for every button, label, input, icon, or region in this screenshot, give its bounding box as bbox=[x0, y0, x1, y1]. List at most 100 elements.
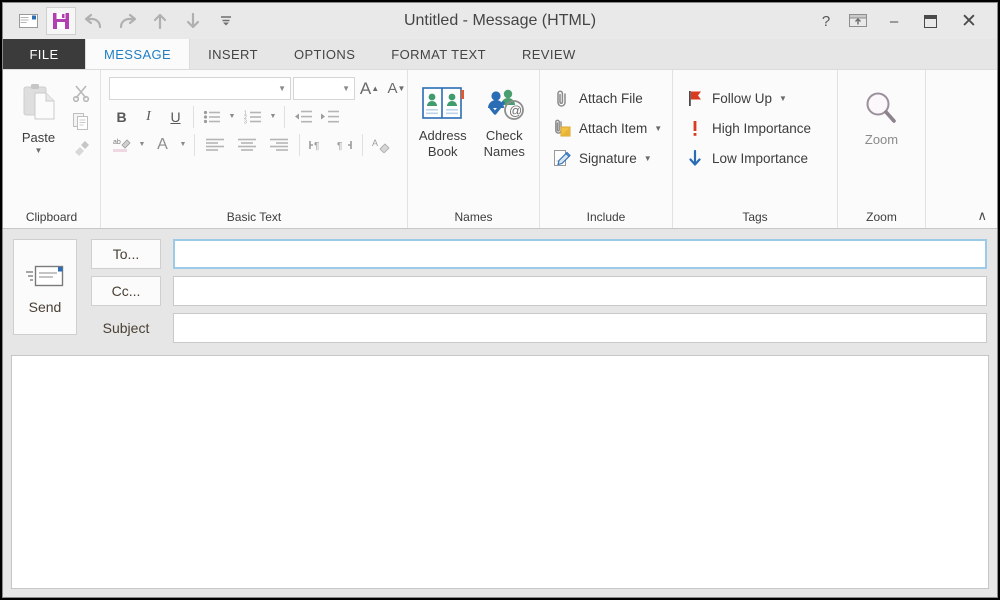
attach-item-label: Attach Item bbox=[579, 120, 648, 136]
font-row: ▼ ▼ A ▲ A ▼ bbox=[109, 76, 409, 101]
increase-indent-icon[interactable] bbox=[317, 104, 342, 129]
low-importance-label: Low Importance bbox=[712, 150, 809, 166]
font-name-combobox[interactable]: ▼ bbox=[109, 77, 291, 100]
cc-button[interactable]: Cc... bbox=[91, 276, 161, 306]
center-icon[interactable] bbox=[232, 132, 262, 157]
grow-font-icon[interactable]: A ▲ bbox=[357, 76, 382, 101]
follow-up-label: Follow Up bbox=[712, 90, 773, 106]
copy-icon[interactable] bbox=[68, 108, 94, 134]
maximize-button[interactable] bbox=[913, 6, 947, 36]
align-left-icon[interactable] bbox=[200, 132, 230, 157]
check-names-label: Check Names bbox=[483, 128, 525, 159]
follow-up-chevron-down-icon[interactable]: ▼ bbox=[779, 94, 787, 103]
font-color-icon[interactable]: A bbox=[150, 132, 175, 157]
to-button[interactable]: To... bbox=[91, 239, 161, 269]
envelope-icon[interactable] bbox=[13, 7, 43, 35]
highlight-chevron-down-icon[interactable]: ▼ bbox=[136, 132, 148, 157]
bullets-icon[interactable] bbox=[199, 104, 224, 129]
text-highlight-color-icon[interactable]: ab bbox=[109, 132, 134, 157]
chevron-down-icon[interactable]: ▼ bbox=[35, 146, 43, 155]
divider bbox=[193, 105, 194, 128]
cut-icon[interactable] bbox=[68, 80, 94, 106]
next-item-icon[interactable] bbox=[178, 7, 208, 35]
down-arrow-icon bbox=[685, 149, 705, 167]
attach-item-chevron-down-icon[interactable]: ▼ bbox=[654, 124, 662, 133]
clipboard-group-label: Clipboard bbox=[25, 210, 78, 224]
to-row: To... bbox=[91, 239, 987, 269]
text-format-row: ab ▼ A ▼ ¶ ¶ A bbox=[109, 132, 409, 157]
clipboard-small-buttons bbox=[68, 76, 94, 162]
divider bbox=[284, 105, 285, 128]
attach-item-button[interactable]: Attach Item ▼ bbox=[546, 114, 668, 142]
check-names-button[interactable]: @ Check Names bbox=[476, 80, 534, 160]
tab-review[interactable]: REVIEW bbox=[504, 39, 594, 69]
send-button[interactable]: Send bbox=[13, 239, 77, 335]
names-group-label: Names bbox=[454, 210, 493, 224]
customize-qat-icon[interactable] bbox=[211, 7, 241, 35]
svg-text:¶: ¶ bbox=[314, 141, 319, 152]
message-body[interactable] bbox=[11, 355, 989, 589]
attach-file-label: Attach File bbox=[579, 90, 643, 106]
low-importance-button[interactable]: Low Importance bbox=[679, 144, 817, 172]
underline-button[interactable]: U bbox=[163, 104, 188, 129]
subject-input[interactable] bbox=[173, 313, 987, 343]
include-items: Attach File Attach Item ▼ Signature ▼ bbox=[546, 80, 668, 172]
minimize-button[interactable]: – bbox=[877, 6, 911, 36]
exclamation-icon bbox=[685, 120, 705, 137]
cc-row: Cc... bbox=[91, 276, 987, 306]
ribbon-display-options-icon[interactable] bbox=[841, 6, 875, 36]
font-color-chevron-down-icon[interactable]: ▼ bbox=[177, 132, 189, 157]
svg-text:3: 3 bbox=[244, 119, 247, 124]
cc-input[interactable] bbox=[173, 276, 987, 306]
paste-button[interactable]: Paste ▼ bbox=[9, 76, 68, 155]
tab-file[interactable]: FILE bbox=[3, 39, 85, 69]
signature-chevron-down-icon[interactable]: ▼ bbox=[644, 154, 652, 163]
signature-label: Signature bbox=[579, 150, 637, 166]
basic-text-group-label: Basic Text bbox=[226, 210, 282, 224]
zoom-button[interactable]: Zoom bbox=[847, 84, 917, 147]
high-importance-button[interactable]: High Importance bbox=[679, 114, 817, 142]
message-header: Send To... Cc... Subject bbox=[3, 229, 997, 349]
font-size-combobox[interactable]: ▼ bbox=[293, 77, 355, 100]
right-to-left-text-icon[interactable]: ¶ bbox=[332, 132, 357, 157]
flag-icon bbox=[685, 90, 705, 107]
paste-label: Paste bbox=[21, 130, 56, 145]
numbering-icon[interactable]: 1 2 3 bbox=[240, 104, 265, 129]
ribbon-group-basic-text: ▼ ▼ A ▲ A ▼ B I U ▼ 1 2 3 ▼ ab ▼ A ▼ ¶ ¶… bbox=[101, 70, 408, 228]
redo-icon[interactable] bbox=[112, 7, 142, 35]
outlook-message-window: Untitled - Message (HTML) ? – ✕ FILE MES… bbox=[2, 2, 998, 598]
format-painter-icon[interactable] bbox=[68, 136, 94, 162]
italic-button[interactable]: I bbox=[136, 104, 161, 129]
attach-file-button[interactable]: Attach File bbox=[546, 84, 668, 112]
high-importance-label: High Importance bbox=[712, 120, 812, 136]
collapse-ribbon-button[interactable]: ∧ bbox=[977, 208, 987, 224]
close-button[interactable]: ✕ bbox=[949, 6, 989, 36]
align-right-icon[interactable] bbox=[264, 132, 294, 157]
decrease-indent-icon[interactable] bbox=[290, 104, 315, 129]
bullets-chevron-down-icon[interactable]: ▼ bbox=[226, 104, 238, 129]
clear-formatting-icon[interactable]: A bbox=[368, 132, 393, 157]
save-icon[interactable] bbox=[46, 7, 76, 35]
numbering-chevron-down-icon[interactable]: ▼ bbox=[267, 104, 279, 129]
follow-up-button[interactable]: Follow Up ▼ bbox=[679, 84, 817, 112]
tab-insert[interactable]: INSERT bbox=[190, 39, 276, 69]
ribbon: Paste ▼ Clipboard ▼ ▼ A ▲ A ▼ B I U ▼ 1 … bbox=[3, 70, 997, 229]
shrink-font-icon[interactable]: A ▼ bbox=[384, 76, 409, 101]
ribbon-group-include: Attach File Attach Item ▼ Signature ▼ In… bbox=[540, 70, 673, 228]
tab-options[interactable]: OPTIONS bbox=[276, 39, 373, 69]
bold-button[interactable]: B bbox=[109, 104, 134, 129]
window-controls: ? – ✕ bbox=[813, 6, 997, 36]
signature-button[interactable]: Signature ▼ bbox=[546, 144, 668, 172]
to-input[interactable] bbox=[173, 239, 987, 269]
left-to-right-text-icon[interactable]: ¶ bbox=[305, 132, 330, 157]
previous-item-icon[interactable] bbox=[145, 7, 175, 35]
tab-format-text[interactable]: FORMAT TEXT bbox=[373, 39, 504, 69]
tab-message[interactable]: MESSAGE bbox=[85, 39, 191, 69]
subject-row: Subject bbox=[91, 313, 987, 343]
send-area: Send bbox=[13, 239, 79, 343]
undo-icon[interactable] bbox=[79, 7, 109, 35]
shrink-font-letter: A bbox=[387, 80, 398, 97]
help-icon[interactable]: ? bbox=[813, 7, 839, 35]
address-book-button[interactable]: Address Book bbox=[414, 80, 472, 160]
ribbon-group-zoom: Zoom Zoom bbox=[838, 70, 926, 228]
